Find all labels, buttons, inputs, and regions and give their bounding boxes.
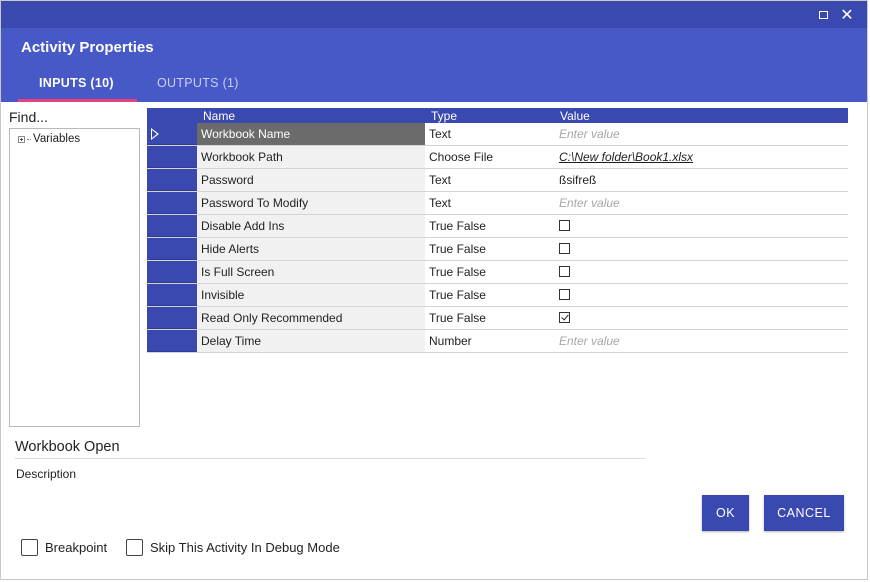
property-value-input[interactable]: Enter value bbox=[559, 192, 620, 214]
close-button[interactable]: ✕ bbox=[837, 5, 857, 25]
property-type: Text bbox=[429, 196, 452, 210]
property-value-checkbox[interactable] bbox=[559, 243, 570, 254]
row-header[interactable] bbox=[147, 238, 197, 260]
grid-row[interactable]: Delay Time Number Enter value bbox=[147, 330, 848, 353]
property-name: Invisible bbox=[197, 284, 425, 306]
property-name: Password To Modify bbox=[197, 192, 425, 214]
grid-row[interactable]: Hide Alerts True False bbox=[147, 238, 848, 261]
variables-tree[interactable]: Variables bbox=[9, 128, 140, 427]
grid-row[interactable]: Password Text ßsifreß bbox=[147, 169, 848, 192]
row-header[interactable] bbox=[147, 307, 197, 329]
property-name: Hide Alerts bbox=[197, 238, 425, 260]
ok-button[interactable]: OK bbox=[702, 495, 749, 531]
expand-icon[interactable] bbox=[18, 135, 25, 143]
tree-connector bbox=[27, 138, 31, 140]
grid-row[interactable]: Workbook Name Text Enter value bbox=[147, 123, 848, 146]
property-name: Read Only Recommended bbox=[197, 307, 425, 329]
row-header[interactable] bbox=[147, 169, 197, 191]
property-type: Text bbox=[429, 173, 452, 187]
grid-row[interactable]: Invisible True False bbox=[147, 284, 848, 307]
activity-properties-dialog: ✕ Activity Properties INPUTS (10) OUTPUT… bbox=[0, 0, 868, 580]
row-header[interactable] bbox=[147, 215, 197, 237]
property-type: True False bbox=[429, 311, 486, 325]
row-header[interactable] bbox=[147, 123, 197, 145]
property-type: True False bbox=[429, 219, 486, 233]
property-name: Delay Time bbox=[197, 330, 425, 352]
grid-header: Name Type Value bbox=[147, 108, 848, 123]
tab-outputs[interactable]: OUTPUTS (1) bbox=[157, 76, 239, 90]
grid-row[interactable]: Disable Add Ins True False bbox=[147, 215, 848, 238]
grid-rows: Workbook Name Text Enter value Workbook Pat… bbox=[147, 123, 848, 353]
property-value-checkbox[interactable] bbox=[559, 266, 570, 277]
property-type: True False bbox=[429, 265, 486, 279]
row-header[interactable] bbox=[147, 330, 197, 352]
property-type: True False bbox=[429, 288, 486, 302]
property-type: Text bbox=[429, 127, 452, 141]
property-value-text: C:\New folder\Book1.xlsx bbox=[559, 150, 694, 164]
grid-row[interactable]: Workbook Path Choose File C:\New folder\Bo… bbox=[147, 146, 848, 169]
divider bbox=[15, 458, 645, 459]
activity-name: Workbook Open bbox=[15, 439, 120, 455]
description-label: Description bbox=[16, 467, 77, 481]
property-value-text: ßsifreß bbox=[559, 173, 597, 187]
property-name: Disable Add Ins bbox=[197, 215, 425, 237]
maximize-button[interactable] bbox=[813, 5, 833, 25]
skip-debug-label: Skip This Activity In Debug Mode bbox=[150, 540, 340, 555]
property-value-input[interactable]: ßsifreß bbox=[559, 169, 596, 191]
skip-debug-option[interactable]: Skip This Activity In Debug Mode bbox=[126, 539, 340, 556]
properties-grid: Name Type Value Workbook Name Text Enter v… bbox=[147, 108, 848, 353]
column-header-name[interactable]: Name bbox=[203, 109, 235, 123]
tree-item-label: Variables bbox=[33, 133, 81, 145]
dialog-title: Activity Properties bbox=[21, 39, 154, 56]
property-type: Number bbox=[429, 334, 472, 348]
breakpoint-checkbox[interactable] bbox=[21, 539, 38, 556]
property-value-placeholder: Enter value bbox=[559, 127, 620, 141]
active-tab-indicator bbox=[18, 99, 137, 102]
maximize-icon bbox=[818, 11, 828, 19]
property-name: Workbook Name bbox=[197, 123, 425, 145]
title-bar: ✕ bbox=[1, 1, 867, 28]
property-type: True False bbox=[429, 242, 486, 256]
property-type: Choose File bbox=[429, 150, 494, 164]
grid-row[interactable]: Password To Modify Text Enter value bbox=[147, 192, 848, 215]
property-value-placeholder: Enter value bbox=[559, 334, 620, 348]
property-name: Is Full Screen bbox=[197, 261, 425, 283]
breakpoint-option[interactable]: Breakpoint bbox=[21, 539, 107, 556]
property-value-input[interactable]: Enter value bbox=[559, 123, 620, 145]
tab-inputs[interactable]: INPUTS (10) bbox=[39, 76, 114, 90]
row-header[interactable] bbox=[147, 284, 197, 306]
row-header[interactable] bbox=[147, 146, 197, 168]
property-value-checkbox[interactable] bbox=[559, 289, 570, 300]
skip-debug-checkbox[interactable] bbox=[126, 539, 143, 556]
find-label[interactable]: Find... bbox=[9, 109, 48, 125]
tree-item-variables[interactable]: Variables bbox=[18, 133, 80, 145]
property-value-checkbox[interactable] bbox=[559, 220, 570, 231]
column-header-value[interactable]: Value bbox=[560, 109, 590, 123]
column-header-type[interactable]: Type bbox=[431, 109, 457, 123]
row-header[interactable] bbox=[147, 261, 197, 283]
property-name: Password bbox=[197, 169, 425, 191]
current-row-pointer-icon bbox=[151, 128, 159, 140]
dialog-header: Activity Properties INPUTS (10) OUTPUTS … bbox=[1, 28, 867, 102]
grid-row[interactable]: Is Full Screen True False bbox=[147, 261, 848, 284]
property-value-placeholder: Enter value bbox=[559, 196, 620, 210]
row-header[interactable] bbox=[147, 192, 197, 214]
property-value-input[interactable]: Enter value bbox=[559, 330, 620, 352]
breakpoint-label: Breakpoint bbox=[45, 540, 108, 555]
property-value-input[interactable]: C:\New folder\Book1.xlsx bbox=[559, 146, 693, 168]
cancel-button[interactable]: CANCEL bbox=[764, 495, 844, 531]
property-name: Workbook Path bbox=[197, 146, 425, 168]
property-value-checkbox[interactable] bbox=[559, 312, 570, 323]
grid-row[interactable]: Read Only Recommended True False bbox=[147, 307, 848, 330]
close-icon: ✕ bbox=[840, 7, 854, 24]
